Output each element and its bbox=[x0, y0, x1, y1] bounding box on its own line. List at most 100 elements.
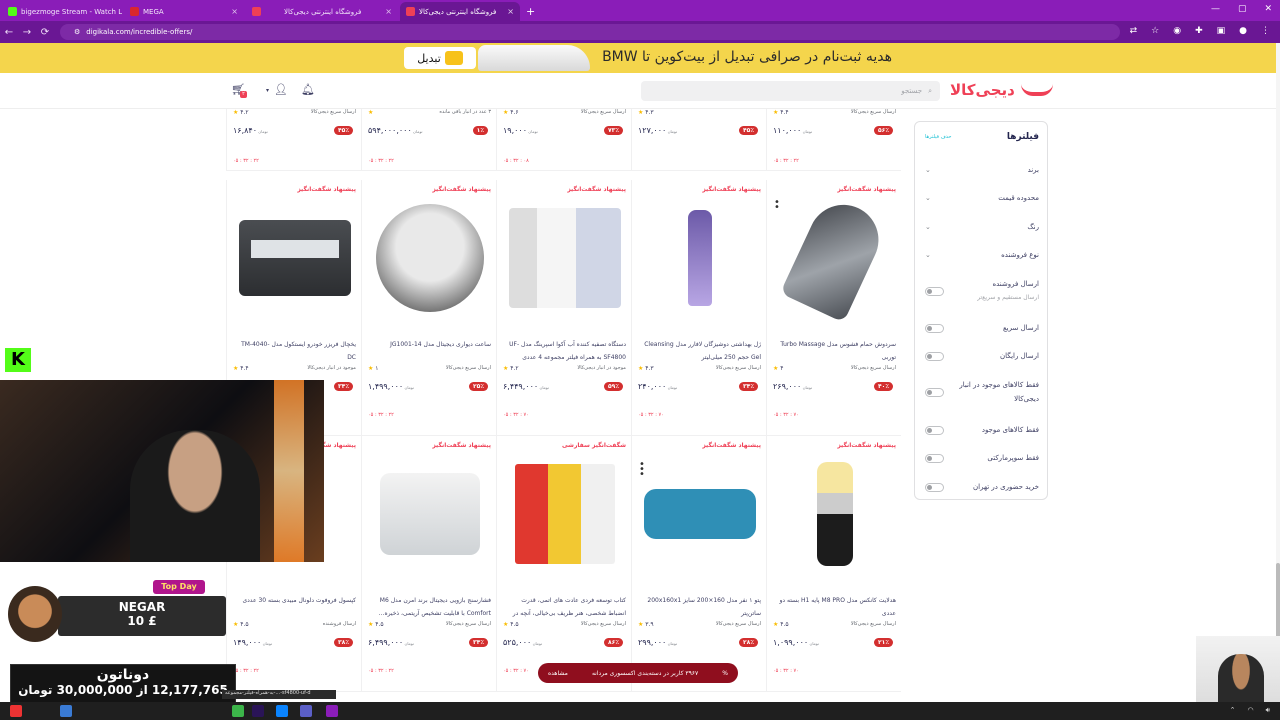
app-icon[interactable] bbox=[300, 705, 312, 717]
toggle-seller-shipping[interactable]: ارسال فروشنده ارسال مستقیم و سریع‌تر bbox=[925, 278, 1039, 304]
digikala-logo[interactable]: دیجی‌کالا bbox=[950, 81, 1053, 99]
discount-badge: ۴۵٪ bbox=[334, 126, 353, 135]
chevron-up-icon[interactable]: ⌃ bbox=[1230, 706, 1236, 715]
toggle-switch[interactable] bbox=[925, 387, 944, 397]
bookmark-star-icon[interactable]: ☆ bbox=[1151, 26, 1159, 36]
product-card[interactable]: ارسال سریع دیجی‌کالا ۴.۴ ۵۶٪ ۱۱۰,۰۰۰ ۰۵ : ۳۲… bbox=[766, 109, 901, 171]
bell-icon[interactable]: 🔔︎ bbox=[301, 83, 315, 96]
toggle-switch[interactable] bbox=[925, 323, 944, 333]
close-window-icon[interactable]: ✕ bbox=[1264, 4, 1272, 14]
close-icon[interactable]: × bbox=[231, 7, 238, 16]
filter-brand[interactable]: ⌄ برند bbox=[925, 162, 1039, 178]
product-card[interactable]: پیشنهاد شگفت‌انگیز ژل بهداشتی دوشیزگان لا… bbox=[631, 180, 766, 436]
product-card[interactable]: پیشنهاد شگفت‌انگیز فشارسنج بازویی دیجیتال… bbox=[361, 436, 496, 692]
product-name[interactable]: هدلایت کانکس مدل M8 PRO پایه H1 بسته دو … bbox=[773, 594, 896, 620]
minimize-icon[interactable]: — bbox=[1211, 4, 1220, 14]
url-field[interactable]: ⚙ digikala.com/incredible-offers/ bbox=[60, 24, 1120, 40]
profile-icon[interactable]: ● bbox=[1239, 26, 1247, 36]
app-icon[interactable] bbox=[232, 705, 244, 717]
product-image[interactable] bbox=[374, 454, 486, 574]
shipping-info: ارسال سریع دیجی‌کالا bbox=[310, 109, 356, 115]
translate-icon[interactable]: ⇄ bbox=[1130, 26, 1138, 36]
product-image[interactable] bbox=[779, 454, 891, 574]
close-icon[interactable]: × bbox=[507, 7, 514, 16]
product-image[interactable] bbox=[509, 198, 621, 318]
toggle-switch[interactable] bbox=[925, 286, 944, 296]
filter-color[interactable]: ⌄ رنگ bbox=[925, 219, 1039, 235]
clear-filters-link[interactable]: حذف فیلترها bbox=[925, 134, 951, 140]
app-icon[interactable] bbox=[276, 705, 288, 717]
product-name[interactable]: یخچال فریزر خودرو ایستکول مدل TM-4040-DC bbox=[233, 338, 356, 364]
product-image[interactable] bbox=[239, 198, 351, 318]
app-icon[interactable] bbox=[60, 705, 72, 717]
product-name[interactable]: فشارسنج بازویی دیجیتال برند امرن مدل M6 … bbox=[368, 594, 491, 620]
volume-icon[interactable]: 🔊︎ bbox=[1266, 706, 1270, 715]
toggle-digikala-stock[interactable]: فقط کالاهای موجود در انبار دیجی‌کالا bbox=[925, 377, 1039, 407]
product-card[interactable]: پیشنهاد شگفت‌انگیز ساعت دیواری دیجیتال مد… bbox=[361, 180, 496, 436]
product-card[interactable]: پیشنهاد شگفت‌انگیز هدلایت کانکس مدل M8 PR… bbox=[766, 436, 901, 692]
product-card[interactable]: پیشنهاد شگفت‌انگیز پتو ۱ نفر مدل 160×200 … bbox=[631, 436, 766, 692]
back-icon[interactable]: ← bbox=[0, 27, 18, 38]
product-image[interactable] bbox=[644, 198, 756, 318]
product-name[interactable]: ژل بهداشتی دوشیزگان لافارر مدل Cleansing… bbox=[638, 338, 761, 364]
toggle-free-shipping[interactable]: ارسال رایگان bbox=[925, 348, 1039, 364]
product-image[interactable] bbox=[509, 454, 621, 574]
product-card[interactable]: ارسال سریع دیجی‌کالا ۴.۶ ۷۳٪ ۱۹,۰۰۰ ۰۵ : ۳۲ … bbox=[496, 109, 631, 171]
filter-seller-type[interactable]: ⌄ نوع فروشنده bbox=[925, 247, 1039, 263]
filter-price[interactable]: ⌄ محدوده قیمت bbox=[925, 190, 1039, 206]
toggle-in-person-tehran[interactable]: خرید حضوری در تهران bbox=[925, 479, 1039, 495]
product-name[interactable]: پتو ۱ نفر مدل 160×200 سایز 200x160x1 سات… bbox=[638, 594, 761, 620]
puzzle-icon[interactable]: ✚ bbox=[1195, 26, 1203, 36]
premiere-icon[interactable] bbox=[252, 705, 264, 717]
site-info-icon[interactable]: ⚙ bbox=[74, 28, 80, 36]
forward-icon[interactable]: → bbox=[18, 27, 36, 38]
toggle-supermarket[interactable]: فقط سوپرمارکتی bbox=[925, 450, 1039, 466]
toast-view-link[interactable]: مشاهده bbox=[548, 670, 568, 677]
product-name[interactable]: کتاب توسعه فردی عادت های اتمی، قدرت انضب… bbox=[503, 594, 626, 620]
menu-icon[interactable]: ⋮ bbox=[1261, 26, 1270, 36]
product-image[interactable] bbox=[779, 193, 891, 323]
toggle-switch[interactable] bbox=[925, 425, 944, 435]
toggle-label: فقط کالاهای موجود در انبار دیجی‌کالا bbox=[959, 381, 1039, 403]
new-tab-button[interactable]: + bbox=[526, 5, 535, 18]
scrollbar-thumb[interactable] bbox=[1276, 563, 1280, 643]
product-card[interactable]: ارسال سریع دیجی‌کالا ۴.۲ ۴۵٪ ۱۶,۸۴۰ ۰۵ : ۳۲ … bbox=[226, 109, 361, 171]
browser-icon[interactable] bbox=[326, 705, 338, 717]
product-card[interactable]: ۳ عدد در انبار باقی مانده ۱٪ ۵۹۴,۰۰۰,۰۰۰ ۰۵… bbox=[361, 109, 496, 171]
app-icon[interactable] bbox=[10, 705, 22, 717]
toggle-switch[interactable] bbox=[925, 351, 944, 361]
product-photo bbox=[644, 489, 756, 539]
close-icon[interactable]: × bbox=[385, 7, 392, 16]
product-card[interactable]: ۴.۳ ۴۵٪ ۱۲۷,۰۰۰ bbox=[631, 109, 766, 171]
product-name[interactable]: سردوش حمام فشوس مدل Turbo Massage توربی bbox=[773, 338, 896, 364]
goal-progress: 12,177,765 از 30,000,000 تومان bbox=[18, 683, 228, 697]
tab-digikala-active[interactable]: فروشگاه اینترنتی دیجی‌کالا × bbox=[400, 2, 520, 21]
wifi-icon[interactable]: ◠ bbox=[1247, 706, 1253, 715]
search-input[interactable]: جستجو ⌕ bbox=[641, 81, 940, 101]
toggle-switch[interactable] bbox=[925, 482, 944, 492]
sidebar-icon[interactable]: ▣ bbox=[1217, 26, 1226, 36]
reload-icon[interactable]: ⟳ bbox=[36, 27, 54, 38]
extension-icon[interactable]: ◉ bbox=[1173, 26, 1181, 36]
user-icon[interactable]: 👤︎ bbox=[274, 83, 288, 96]
toggle-switch[interactable] bbox=[925, 453, 944, 463]
tab-digikala-pinned[interactable] bbox=[246, 2, 276, 21]
promo-banner[interactable]: هدیه ثبت‌نام در صرافی تبدیل از بیت‌کوین … bbox=[0, 43, 1277, 73]
tab-digikala-1[interactable]: فروشگاه اینترنتی دیجی‌کالا × bbox=[278, 2, 398, 21]
product-image[interactable] bbox=[374, 198, 486, 318]
toggle-in-stock[interactable]: فقط کالاهای موجود bbox=[925, 422, 1039, 438]
product-card[interactable]: پیشنهاد شگفت‌انگیز سردوش حمام فشوس مدل Tu… bbox=[766, 180, 901, 436]
tab-mega[interactable]: MEGA × bbox=[124, 2, 244, 21]
product-image[interactable] bbox=[644, 454, 756, 574]
toggle-fast-shipping[interactable]: ارسال سریع bbox=[925, 320, 1039, 336]
product-card[interactable]: شگفت‌انگیز سفارشی کتاب توسعه فردی عادت ها… bbox=[496, 436, 631, 692]
product-name[interactable]: ساعت دیواری دیجیتال مدل 14-JG1001 bbox=[368, 338, 491, 364]
notification-toast[interactable]: % ۳۹۶۷ کاربر در دسته‌بندی اکسسوری مردانه… bbox=[538, 663, 738, 683]
chevron-down-icon[interactable]: ▾ bbox=[266, 87, 269, 94]
page-scrollbar[interactable] bbox=[1276, 43, 1280, 702]
tab-kick-stream[interactable]: bigezmoge Stream - Watch Liv× bbox=[2, 2, 122, 21]
product-name[interactable]: دستگاه تصفیه کننده آب آکوا اسپرینگ مدل U… bbox=[503, 338, 626, 364]
product-name[interactable]: کپسول فروفوت دلونال مبیدی بسته 30 عددی bbox=[233, 594, 356, 620]
maximize-icon[interactable]: ▢ bbox=[1238, 4, 1247, 14]
product-card[interactable]: پیشنهاد شگفت‌انگیز دستگاه تصفیه کننده آب … bbox=[496, 180, 631, 436]
